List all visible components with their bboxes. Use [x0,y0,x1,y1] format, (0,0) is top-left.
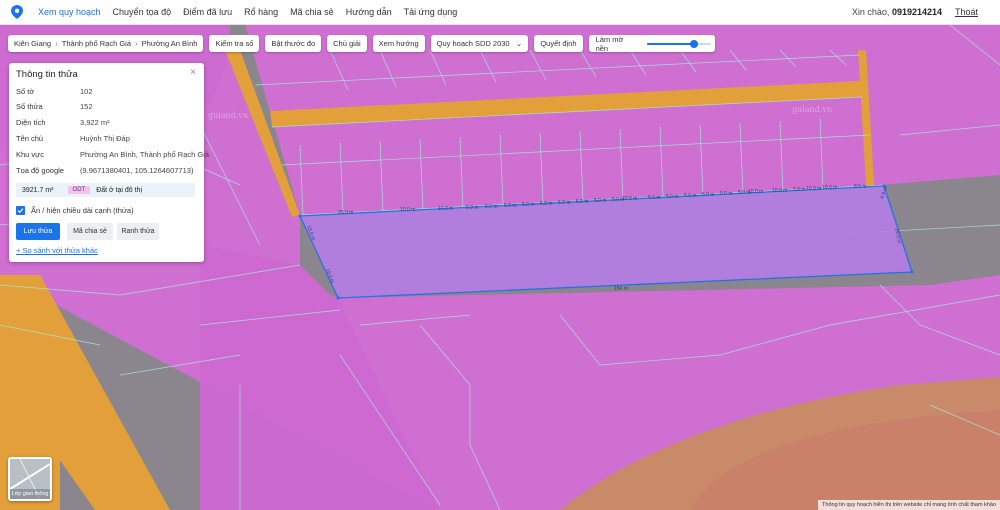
land-use-area: 3921.7 m² [22,186,54,194]
info-key: Tên chủ [16,133,44,143]
land-use-description: Đất ở tại đô thị [96,186,143,194]
breadcrumb: Kiên Giang › Thành phố Rạch Giá › Phường… [8,35,204,52]
chevron-right-icon: › [55,39,58,48]
user-phone: 0919214214 [891,7,942,17]
info-row-region: Khu vực Phường An Bình, Thành phố Rạch Gi… [16,147,209,161]
parcel-boundary-button[interactable]: Ranh thửa [117,223,159,240]
opacity-label: Làm mờ nền [595,34,624,53]
info-key: Khu vực [16,149,44,159]
edge-label-top: 5.0 m [684,193,697,199]
edge-label-top: 5.0 m [720,191,733,197]
watermark: guland.vn [208,111,249,120]
edge-label-top: 5.0 m [666,194,679,200]
edge-label-top: 10.0 m [772,188,788,194]
edge-label-top: 10.0 m [622,196,638,202]
info-value: 102 [80,86,93,96]
edge-label-top: 5.0 m [793,187,806,193]
info-value: 3,922 m² [80,117,110,127]
nav-item-download-app[interactable]: Tải ứng dụng [404,7,458,17]
opacity-control: Làm mờ nền [588,34,715,53]
plan-select-value: Quy hoạch SDD 2030 [436,39,510,48]
edge-label-top: 8.5 m [854,184,867,190]
close-icon[interactable]: × [190,67,196,78]
check-number-button[interactable]: Kiểm tra số [209,35,260,52]
edge-label-top: 5.0 m [466,205,479,211]
greeting-text: Xin chào, [851,7,890,17]
edge-label-top: 5.0 m [485,204,498,210]
chevron-right-icon: › [135,39,138,48]
slider-thumb[interactable] [689,39,698,48]
edge-label-top: 5.0 m [576,199,589,205]
layer-toggle-label: Lớp giao thông [11,491,49,497]
compare-parcel-link[interactable]: + So sánh với thửa khác [16,246,98,255]
breadcrumb-ward[interactable]: Phường An Bình [142,39,198,48]
user-greeting: Xin chào, 0919214214 [852,7,942,17]
panel-title: Thông tin thửa [16,69,78,80]
edge-label-top: 5.0 m [594,198,607,204]
checkbox-label: Ẩn / hiện chiều dài cạnh (thửa) [31,206,134,215]
info-row-sheet: Số tờ 102 [16,84,93,98]
measure-button[interactable]: Bật thước đo [265,35,322,52]
legend-button[interactable]: Chú giải [327,35,367,52]
edge-label-top: 5.0 m [522,202,535,208]
save-parcel-button[interactable]: Lưu thửa [16,223,60,240]
info-value[interactable]: (9.9671380401, 105.1264607713) [80,166,193,175]
info-key: Diện tích [16,117,46,127]
edge-label-top: 5.0 m [540,201,553,207]
edge-label-top: 10.0 m [806,186,822,192]
edge-label-top: 10.0 m [400,207,416,213]
direction-button[interactable]: Xem hướng [372,35,425,52]
slider-fill [647,42,694,45]
info-value: Phường An Bình, Thành phố Rạch Giá [80,149,210,159]
edge-label-top: 10.0 m [438,206,454,212]
edge-length-toggle[interactable]: Ẩn / hiện chiều dài cạnh (thửa) [16,206,134,215]
edge-label-top: 5.0 m [648,195,661,201]
watermark: guland.vn [792,105,833,114]
nav-item-convert-coords[interactable]: Chuyển tọa độ [113,7,172,17]
info-value: Huỳnh Thị Đáp [80,133,130,143]
edge-label-top: 5.0 m [702,192,715,198]
breadcrumb-province[interactable]: Kiên Giang [14,39,51,48]
disclaimer-text: Thông tin quy hoạch hiển thị trên websit… [818,500,1000,510]
logout-link[interactable]: Thoát [955,7,978,17]
info-key: Tọa độ google [16,165,64,175]
chevron-down-icon: ⌄ [515,39,523,48]
opacity-slider[interactable] [647,37,712,51]
edge-label-top: 5.0 m [504,203,517,209]
edge-label-top: 5.0 m [558,200,571,206]
info-key: Số tờ [16,86,35,96]
nav-item-share-code[interactable]: Mã chia sẻ [290,7,334,17]
top-nav: Xem quy hoạch Chuyển tọa độ Điểm đã lưu … [0,0,1000,25]
checkbox-checked-icon[interactable] [16,206,25,215]
info-key: Số thửa [16,101,43,111]
plan-select[interactable]: Quy hoạch SDD 2030 ⌄ [430,35,529,52]
land-use-row: 3921.7 m² ODT Đất ở tại đô thị [16,183,195,197]
info-row-google-coords: Tọa độ google (9.9671380401, 105.12646077… [16,163,193,177]
parcel-info-panel: Thông tin thửa × Số tờ 102 Số thửa 152 Diệ… [9,63,209,262]
info-row-owner: Tên chủ Huỳnh Thị Đáp [16,131,130,145]
edge-label-top: 25.0 m [338,210,354,216]
edge-label-bottom: 156 m [614,286,628,292]
edge-label-top: 10.0 m [748,189,764,195]
nav-item-guide[interactable]: Hướng dẫn [346,7,392,17]
edge-label-top: 10.0 m [822,185,838,191]
breadcrumb-city[interactable]: Thành phố Rạch Giá [62,39,131,48]
info-row-parcel: Số thửa 152 [16,99,93,113]
layer-toggle-button[interactable]: Lớp giao thông [8,457,52,501]
location-pin-icon[interactable] [10,5,24,19]
decision-button[interactable]: Quyết định [534,35,583,52]
map-toolbar: Kiên Giang › Thành phố Rạch Giá › Phường… [8,34,715,53]
info-value: 152 [80,101,93,111]
share-code-button[interactable]: Mã chia sẻ [67,223,113,240]
land-use-code-badge: ODT [67,186,91,194]
nav-item-basket[interactable]: Rổ hàng [244,7,278,17]
info-row-area: Diện tích 3,922 m² [16,115,110,129]
map-canvas[interactable]: 25.0 m 10.0 m 10.0 m 5.0 m 5.0 m 5.0 m 5… [0,25,1000,510]
nav-item-saved-points[interactable]: Điểm đã lưu [183,7,232,17]
nav-item-view-plan[interactable]: Xem quy hoạch [38,7,101,17]
